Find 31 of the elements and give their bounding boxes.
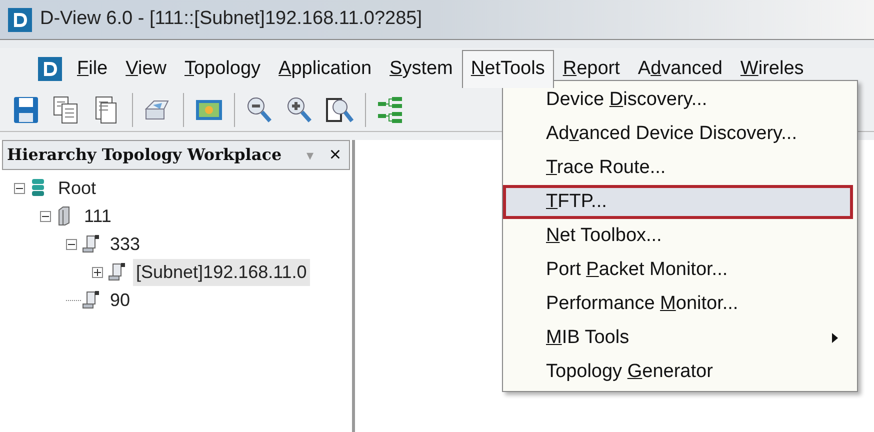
tree-item[interactable]: 90 <box>107 286 134 314</box>
workstation-icon <box>81 234 101 254</box>
menu-item[interactable]: File <box>68 50 117 88</box>
workstation-icon <box>107 262 127 282</box>
workstation-icon <box>81 290 101 310</box>
tree-item[interactable]: [Subnet]192.168.11.0 <box>133 258 310 286</box>
window-title: D-View 6.0 - [111::[Subnet]192.168.11.0?285] <box>40 7 422 32</box>
collapse-icon[interactable] <box>40 210 51 222</box>
app-logo-icon <box>8 8 32 32</box>
tree-item[interactable]: 111 <box>81 202 114 230</box>
panel-title: Hierarchy Topology Workplace <box>7 144 283 166</box>
app-logo-icon <box>38 57 62 81</box>
collapse-icon[interactable] <box>66 238 77 250</box>
menu-item[interactable]: Performance Monitor... <box>537 287 853 321</box>
menu-item[interactable]: MIB Tools <box>537 321 853 355</box>
menu-item[interactable]: Advanced Device Discovery... <box>537 117 853 151</box>
menu-item[interactable]: Net Toolbox... <box>537 219 853 253</box>
menu-item[interactable]: Application <box>270 50 381 88</box>
menu-item[interactable]: Trace Route... <box>537 151 853 185</box>
close-button[interactable]: × <box>325 140 345 170</box>
menu-item[interactable]: Port Packet Monitor... <box>537 253 853 287</box>
menu-item[interactable]: Topology Generator <box>537 355 853 389</box>
expand-icon[interactable] <box>92 266 103 278</box>
menu-item[interactable]: System <box>380 50 462 88</box>
tree-item[interactable]: 333 <box>107 230 144 258</box>
collapse-icon[interactable] <box>14 182 25 194</box>
menu-item[interactable]: TFTP... <box>503 185 853 219</box>
menu-item[interactable]: Topology <box>175 50 270 88</box>
tree-item[interactable]: Root <box>55 174 100 202</box>
menu-item[interactable]: NetTools <box>462 50 554 88</box>
menu-item[interactable]: View <box>116 50 176 88</box>
